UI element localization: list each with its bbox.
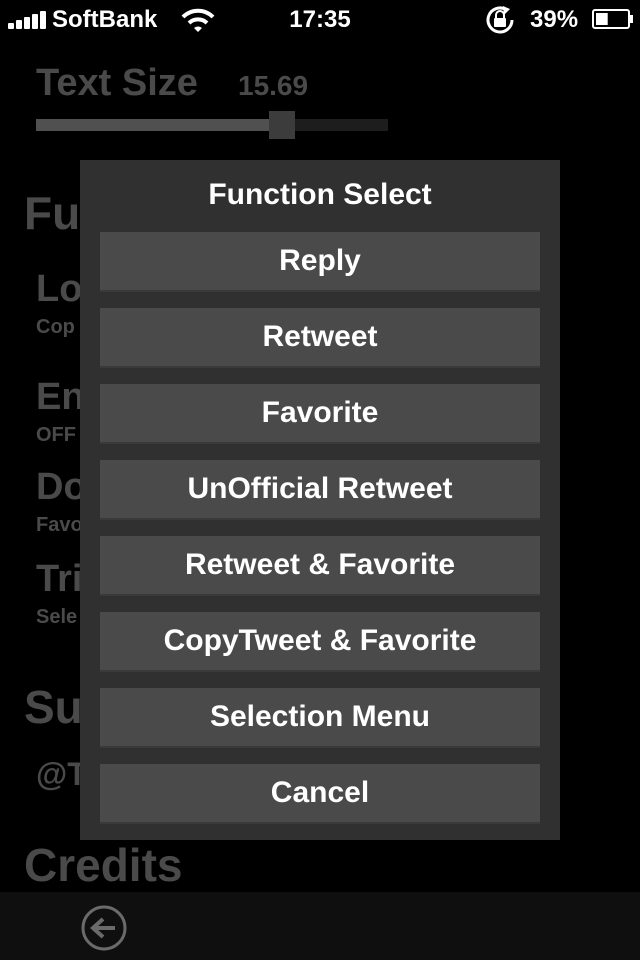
dialog-title: Function Select bbox=[208, 178, 432, 211]
credits-section-title: Credits bbox=[24, 839, 183, 891]
retweet-button[interactable]: Retweet bbox=[100, 308, 540, 368]
copytweet-and-favorite-button[interactable]: CopyTweet & Favorite bbox=[100, 612, 540, 672]
setting-item-subtitle: Cop bbox=[36, 316, 75, 338]
selection-menu-button[interactable]: Selection Menu bbox=[100, 688, 540, 748]
back-arrow-circle-icon[interactable] bbox=[80, 904, 128, 952]
battery-icon bbox=[592, 9, 633, 29]
favorite-button[interactable]: Favorite bbox=[100, 384, 540, 444]
text-size-label: Text Size bbox=[36, 62, 198, 104]
support-section-title: Su bbox=[24, 681, 83, 733]
text-size-slider[interactable] bbox=[36, 111, 388, 139]
retweet-and-favorite-button[interactable]: Retweet & Favorite bbox=[100, 536, 540, 596]
slider-thumb[interactable] bbox=[269, 111, 296, 139]
setting-item-title[interactable]: En bbox=[36, 376, 85, 419]
unofficial-retweet-button[interactable]: UnOfficial Retweet bbox=[100, 460, 540, 520]
battery-percentage: 39% bbox=[530, 6, 579, 33]
reply-button[interactable]: Reply bbox=[100, 232, 540, 292]
cancel-button[interactable]: Cancel bbox=[100, 764, 540, 824]
setting-item-title[interactable]: Tri bbox=[36, 558, 82, 601]
app-screen: SoftBank 17:35 39% Text Size 15.69 Fu Lo bbox=[0, 0, 640, 960]
setting-item-subtitle: Favo bbox=[36, 514, 83, 536]
text-size-value: 15.69 bbox=[238, 70, 309, 101]
function-select-dialog: Function Select Reply Retweet Favorite U… bbox=[80, 160, 560, 840]
setting-item-subtitle: Sele bbox=[36, 606, 78, 628]
bottom-toolbar bbox=[0, 892, 640, 960]
slider-fill bbox=[36, 119, 283, 131]
function-section-title: Fu bbox=[24, 187, 81, 239]
rotation-lock-icon bbox=[486, 6, 514, 34]
setting-item-subtitle: OFF bbox=[36, 424, 76, 446]
setting-item-title[interactable]: Lo bbox=[36, 268, 82, 311]
status-bar: SoftBank 17:35 39% bbox=[0, 0, 640, 40]
